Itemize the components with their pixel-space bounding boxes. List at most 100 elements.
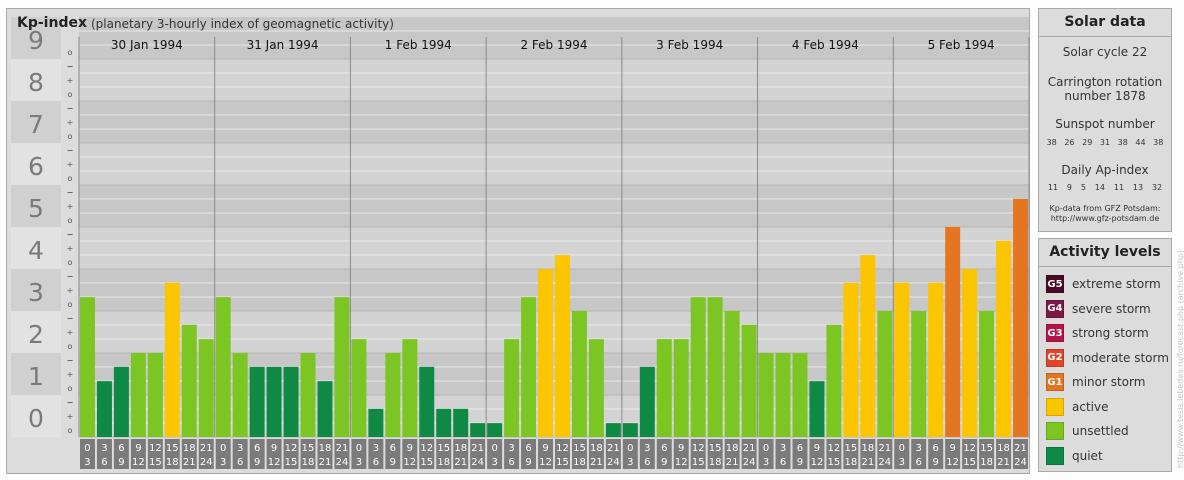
y-minor-tick: −: [67, 272, 74, 281]
kp-bar: [181, 324, 197, 437]
kp-chart: 0123456789o+−−o+−−o+−−o+−−o+−−o+−−o+−−o+…: [11, 17, 1030, 469]
interval-end-label: 12: [539, 457, 552, 468]
legend-item: active: [1046, 397, 1108, 416]
ap-title: Daily Ap-index: [1061, 163, 1149, 177]
interval-end-label: 21: [861, 457, 874, 468]
day-label: 1 Feb 1994: [385, 38, 452, 52]
kp-bar: [656, 339, 672, 437]
interval-start-label: 9: [407, 443, 413, 454]
y-minor-tick: −: [67, 398, 74, 407]
interval-end-label: 15: [149, 457, 162, 468]
legend-swatch: G3: [1046, 324, 1064, 342]
kp-bar: [639, 366, 655, 437]
interval-end-label: 3: [763, 457, 769, 468]
y-minor-tick: o: [68, 384, 73, 393]
band: [79, 227, 1029, 269]
legend-item: G2 moderate storm: [1046, 348, 1169, 367]
interval-start-label: 0: [356, 443, 362, 454]
interval-start-label: 15: [845, 443, 858, 454]
interval-start-label: 12: [149, 443, 162, 454]
legend-swatch: G2: [1046, 348, 1064, 367]
kp-bar: [707, 297, 723, 437]
kp-bar: [504, 339, 520, 437]
band: [79, 59, 1029, 101]
interval-start-label: 3: [644, 443, 650, 454]
interval-end-label: 18: [437, 457, 450, 468]
solar-data-title: Solar data: [1039, 9, 1171, 37]
sunspot-numbers: 38 26 29 31 38 44 38: [1039, 138, 1171, 147]
interval-end-label: 12: [946, 457, 959, 468]
interval-start-label: 0: [220, 443, 226, 454]
interval-start-label: 15: [437, 443, 450, 454]
interval-end-label: 12: [811, 457, 824, 468]
legend-item: quiet: [1046, 446, 1103, 465]
legend-swatch: [1046, 397, 1064, 416]
y-minor-tick: o: [68, 132, 73, 141]
kp-bar: [792, 353, 808, 437]
kp-bar: [283, 366, 299, 437]
kp-bar: [249, 366, 265, 437]
kp-bar: [555, 255, 570, 437]
legend-item: G5 extreme storm: [1046, 275, 1161, 293]
day-label: 31 Jan 1994: [247, 38, 319, 52]
interval-start-label: 21: [743, 443, 756, 454]
kp-bar: [96, 381, 112, 437]
watermark: http://www.tesis.lebedev.ru/forecast.php…: [1176, 250, 1184, 468]
legend-swatch: G4: [1046, 299, 1064, 318]
y-tick-label: 6: [28, 152, 44, 181]
y-minor-tick: +: [67, 118, 74, 127]
interval-start-label: 0: [763, 443, 769, 454]
kp-bar: [724, 311, 740, 437]
interval-start-label: 6: [661, 443, 667, 454]
ap-value: 5: [1080, 183, 1086, 192]
y-tick-label: 8: [28, 68, 44, 97]
kp-bar: [996, 240, 1012, 437]
interval-start-label: 15: [980, 443, 993, 454]
day-label: 2 Feb 1994: [520, 38, 587, 52]
y-tick-label: 0: [28, 404, 44, 433]
legend-item: G3 strong storm: [1046, 324, 1149, 342]
legend-label: extreme storm: [1072, 277, 1161, 291]
y-minor-tick: o: [68, 426, 73, 435]
interval-end-label: 6: [508, 457, 514, 468]
interval-start-label: 6: [118, 443, 124, 454]
interval-end-label: 9: [254, 457, 260, 468]
interval-end-label: 3: [356, 457, 362, 468]
interval-end-label: 6: [101, 457, 107, 468]
interval-start-label: 21: [471, 443, 484, 454]
kp-bar: [690, 297, 706, 437]
legend-label: quiet: [1072, 448, 1103, 463]
interval-end-label: 3: [899, 457, 905, 468]
ap-value: 11: [1113, 183, 1125, 192]
chart-subtitle: (planetary 3-hourly index of geomagnetic…: [91, 17, 394, 31]
band: [79, 143, 1029, 185]
interval-end-label: 24: [878, 457, 891, 468]
interval-end-label: 24: [471, 457, 484, 468]
legend-swatch: G1: [1046, 373, 1064, 391]
interval-end-label: 3: [84, 457, 90, 468]
activity-levels-title: Activity levels: [1039, 239, 1171, 267]
interval-start-label: 9: [542, 443, 548, 454]
interval-start-label: 12: [285, 443, 298, 454]
y-minor-tick: −: [67, 104, 74, 113]
kp-bar: [741, 324, 757, 437]
kp-bar: [911, 311, 927, 437]
legend-swatch: [1046, 446, 1064, 465]
kp-bar: [130, 353, 146, 437]
sunspot-value: 31: [1099, 138, 1111, 147]
y-minor-tick: o: [68, 258, 73, 267]
kp-bar: [843, 282, 859, 437]
interval-end-label: 18: [980, 457, 993, 468]
interval-start-label: 9: [949, 443, 955, 454]
interval-end-label: 15: [963, 457, 976, 468]
interval-end-label: 21: [183, 457, 196, 468]
day-label: 30 Jan 1994: [111, 38, 183, 52]
interval-end-label: 21: [319, 457, 332, 468]
sunspot-value: 38: [1117, 138, 1128, 147]
interval-start-label: 18: [319, 443, 332, 454]
interval-start-label: 0: [627, 443, 633, 454]
y-minor-tick: −: [67, 188, 74, 197]
credit-link[interactable]: http://www.gfz-potsdam.de: [1039, 214, 1171, 224]
interval-end-label: 24: [607, 457, 620, 468]
interval-end-label: 12: [132, 457, 145, 468]
